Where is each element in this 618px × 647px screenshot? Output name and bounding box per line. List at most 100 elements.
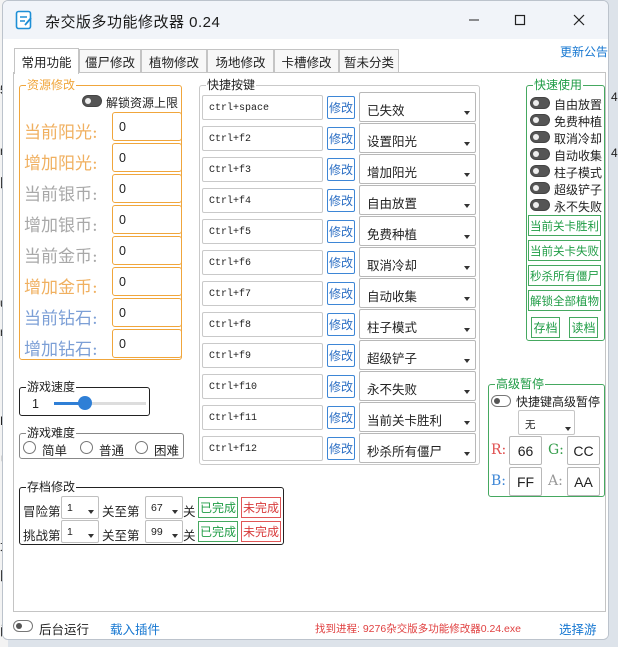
quick-toggle-switch[interactable] xyxy=(530,131,550,143)
hotkey-action-select[interactable]: 增加阳光 xyxy=(359,154,476,184)
quick-toggle-item[interactable]: 取消冷却 xyxy=(530,129,602,146)
add-silver-input[interactable]: 0 xyxy=(112,205,182,234)
hotkey-edit-button[interactable]: 修改 xyxy=(327,437,355,460)
tab-misc[interactable]: 暂未分类 xyxy=(339,49,399,73)
advanced-pause-hotkey-select[interactable]: 无 xyxy=(518,410,575,435)
hotkey-input[interactable]: Ctrl+f2 xyxy=(202,126,323,151)
load-game-button[interactable]: 读档 xyxy=(569,317,598,338)
tab-plant[interactable]: 植物修改 xyxy=(141,49,207,73)
quick-toggle-switch[interactable] xyxy=(530,97,550,109)
quick-toggle-item[interactable]: 柱子模式 xyxy=(530,163,602,180)
hotkey-action-select[interactable]: 取消冷却 xyxy=(359,247,476,277)
title-bar[interactable]: 杂交版多功能修改器 0.24 xyxy=(3,1,608,39)
load-plugin-link[interactable]: 载入插件 xyxy=(110,619,160,638)
quick-toggle-item[interactable]: 免费种植 xyxy=(530,112,602,129)
current-silver-input[interactable]: 0 xyxy=(112,174,182,203)
challenge-undone-button[interactable]: 未完成 xyxy=(241,521,281,542)
maximize-button[interactable] xyxy=(497,1,543,39)
adventure-undone-button[interactable]: 未完成 xyxy=(241,497,281,518)
quick-toggle-item[interactable]: 超级铲子 xyxy=(530,180,602,197)
tab-slot[interactable]: 卡槽修改 xyxy=(274,49,339,73)
hotkey-edit-button[interactable]: 修改 xyxy=(327,96,355,119)
add-diamond-input[interactable]: 0 xyxy=(112,329,182,358)
hotkey-edit-button[interactable]: 修改 xyxy=(327,127,355,150)
hotkey-input[interactable]: Ctrl+f3 xyxy=(202,157,323,182)
quick-action-button[interactable]: 当前关卡失败 xyxy=(528,240,601,261)
quick-toggle-switch[interactable] xyxy=(530,165,550,177)
tab-common[interactable]: 常用功能 xyxy=(14,48,79,74)
quick-action-button[interactable]: 解锁全部植物 xyxy=(528,290,601,311)
challenge-from-select[interactable]: 1 xyxy=(61,520,99,543)
minimize-button[interactable] xyxy=(451,1,497,39)
select-game-link[interactable]: 选择游戏 xyxy=(559,619,608,639)
hotkey-input[interactable]: Ctrl+f10 xyxy=(202,374,323,399)
add-gold-input[interactable]: 0 xyxy=(112,267,182,296)
unlock-resource-toggle[interactable] xyxy=(82,95,102,107)
current-diamond-input[interactable]: 0 xyxy=(112,298,182,327)
update-notice-link[interactable]: 更新公告 xyxy=(560,43,608,60)
hotkey-input[interactable]: Ctrl+f6 xyxy=(202,250,323,275)
hotkey-input[interactable]: Ctrl+f11 xyxy=(202,405,323,430)
hotkey-input[interactable]: Ctrl+f9 xyxy=(202,343,323,368)
background-run-toggle[interactable] xyxy=(13,620,33,632)
hotkey-action-select[interactable]: 柱子模式 xyxy=(359,309,476,339)
quick-toggle-switch[interactable] xyxy=(530,114,550,126)
hotkey-input[interactable]: ctrl+space xyxy=(202,95,323,120)
hotkey-edit-button[interactable]: 修改 xyxy=(327,375,355,398)
hotkey-edit-button[interactable]: 修改 xyxy=(327,344,355,367)
tab-field[interactable]: 场地修改 xyxy=(207,49,274,73)
challenge-to-select[interactable]: 99 xyxy=(145,520,183,543)
quick-toggle-switch[interactable] xyxy=(530,148,550,160)
difficulty-hard-radio[interactable] xyxy=(135,441,148,454)
quick-toggle-switch[interactable] xyxy=(530,182,550,194)
hotkey-action-select[interactable]: 永不失败 xyxy=(359,371,476,401)
a-value-input[interactable]: AA xyxy=(567,467,600,496)
speed-slider-handle[interactable] xyxy=(78,396,92,410)
hotkey-input[interactable]: Ctrl+f8 xyxy=(202,312,323,337)
b-value-input[interactable]: FF xyxy=(509,467,542,496)
r-value-input[interactable]: 66 xyxy=(509,436,542,465)
current-gold-input[interactable]: 0 xyxy=(112,236,182,265)
hotkey-edit-button[interactable]: 修改 xyxy=(327,282,355,305)
tab-zombie[interactable]: 僵尸修改 xyxy=(79,49,141,73)
adventure-done-button[interactable]: 已完成 xyxy=(198,497,238,518)
hotkey-action-select[interactable]: 当前关卡胜利 xyxy=(359,402,476,432)
quick-action-button[interactable]: 当前关卡胜利 xyxy=(528,215,601,236)
hotkey-edit-button[interactable]: 修改 xyxy=(327,251,355,274)
hotkey-input[interactable]: Ctrl+f4 xyxy=(202,188,323,213)
hotkey-edit-button[interactable]: 修改 xyxy=(327,189,355,212)
save-game-button[interactable]: 存档 xyxy=(531,317,560,338)
hotkey-action-select[interactable]: 超级铲子 xyxy=(359,340,476,370)
hotkey-edit-button[interactable]: 修改 xyxy=(327,406,355,429)
current-sun-input[interactable]: 0 xyxy=(112,112,182,141)
add-sun-input[interactable]: 0 xyxy=(112,143,182,172)
hotkey-input[interactable]: Ctrl+f7 xyxy=(202,281,323,306)
difficulty-group-title: 游戏难度 xyxy=(26,426,77,440)
hotkey-action-select[interactable]: 已失效 xyxy=(359,92,476,122)
hotkey-action-select[interactable]: 自由放置 xyxy=(359,185,476,215)
quick-toggle-item[interactable]: 永不失败 xyxy=(530,197,602,214)
hotkey-action-select[interactable]: 免费种植 xyxy=(359,216,476,246)
hotkey-input[interactable]: Ctrl+f12 xyxy=(202,436,323,461)
r-label: R: xyxy=(491,442,507,458)
g-value-input[interactable]: CC xyxy=(567,436,600,465)
quick-toggle-switch[interactable] xyxy=(530,199,550,211)
hotkey-action-select[interactable]: 自动收集 xyxy=(359,278,476,308)
hotkey-edit-button[interactable]: 修改 xyxy=(327,313,355,336)
hotkey-action-select[interactable]: 设置阳光 xyxy=(359,123,476,153)
quick-toggle-item[interactable]: 自由放置 xyxy=(530,95,602,112)
hotkey-edit-button[interactable]: 修改 xyxy=(327,158,355,181)
hotkey-input[interactable]: Ctrl+f5 xyxy=(202,219,323,244)
difficulty-easy-radio[interactable] xyxy=(23,441,36,454)
close-button[interactable] xyxy=(556,1,602,39)
advanced-pause-hotkey-toggle[interactable] xyxy=(491,395,511,407)
quick-toggle-item[interactable]: 自动收集 xyxy=(530,146,602,163)
hotkey-edit-button[interactable]: 修改 xyxy=(327,220,355,243)
adventure-to-label: 关至第 xyxy=(102,505,140,519)
difficulty-normal-radio[interactable] xyxy=(80,441,93,454)
challenge-done-button[interactable]: 已完成 xyxy=(198,521,238,542)
hotkey-action-select[interactable]: 秒杀所有僵尸 xyxy=(359,433,476,463)
adventure-to-select[interactable]: 67 xyxy=(145,496,183,519)
quick-action-button[interactable]: 秒杀所有僵尸 xyxy=(528,265,601,286)
adventure-from-select[interactable]: 1 xyxy=(61,496,99,519)
